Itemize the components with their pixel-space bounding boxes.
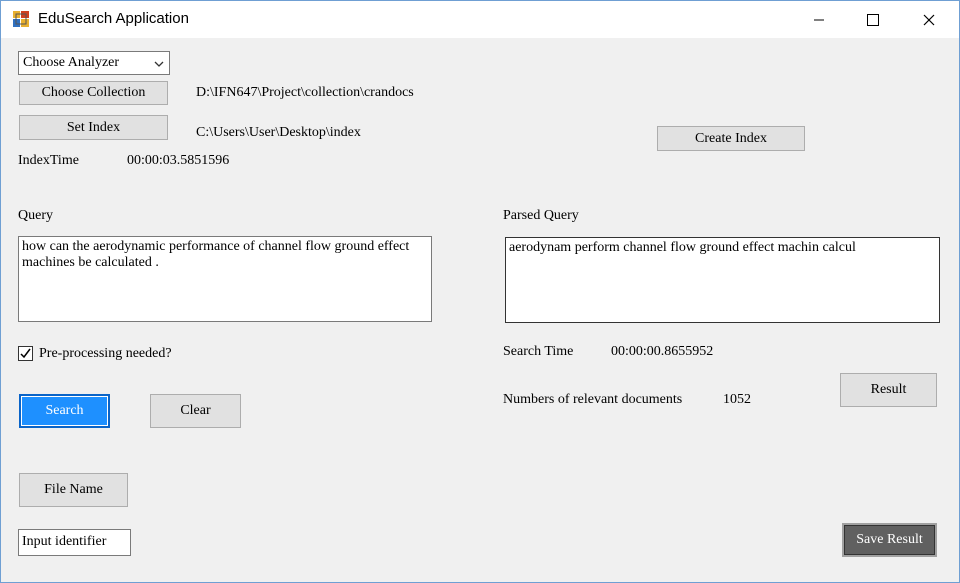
search-time-label: Search Time [503,344,574,359]
index-time-label: IndexTime [18,153,79,168]
create-index-button[interactable]: Create Index [657,126,805,151]
relevant-docs-label: Numbers of relevant documents [503,392,683,407]
query-textarea[interactable]: how can the aerodynamic performance of c… [18,236,432,322]
analyzer-select[interactable]: Choose Analyzer [18,51,170,75]
minimize-button[interactable] [796,1,842,38]
maximize-button[interactable] [850,1,896,38]
index-path: C:\Users\User\Desktop\index [196,125,361,140]
preprocessing-label: Pre-processing needed? [39,346,172,361]
save-result-button[interactable]: Save Result [842,523,937,557]
app-icon [13,11,29,27]
maximize-icon [867,13,879,26]
close-icon [923,14,935,25]
set-index-button[interactable]: Set Index [19,115,168,140]
choose-collection-button[interactable]: Choose Collection [19,81,168,105]
result-button[interactable]: Result [840,373,937,407]
app-window: EduSearch Application Choose Analyzer Ch… [0,0,960,583]
parsed-query-label: Parsed Query [503,208,579,223]
preprocessing-checkbox[interactable] [18,346,33,361]
chevron-down-icon [154,61,164,67]
checkmark-icon [20,348,31,359]
parsed-query-textarea[interactable]: aerodynam perform channel flow ground ef… [505,237,940,323]
close-button[interactable] [906,1,952,38]
collection-path: D:\IFN647\Project\collection\crandocs [196,85,414,100]
window-title: EduSearch Application [38,10,189,27]
title-bar: EduSearch Application [1,1,959,38]
minimize-icon [814,19,824,20]
file-name-button[interactable]: File Name [19,473,128,507]
search-button[interactable]: Search [19,394,110,428]
relevant-docs-count: 1052 [723,392,751,407]
search-time-value: 00:00:00.8655952 [611,344,714,359]
clear-button[interactable]: Clear [150,394,241,428]
analyzer-select-value: Choose Analyzer [23,55,120,70]
identifier-input[interactable]: Input identifier [18,529,131,556]
index-time-value: 00:00:03.5851596 [127,153,230,168]
query-label: Query [18,208,53,223]
